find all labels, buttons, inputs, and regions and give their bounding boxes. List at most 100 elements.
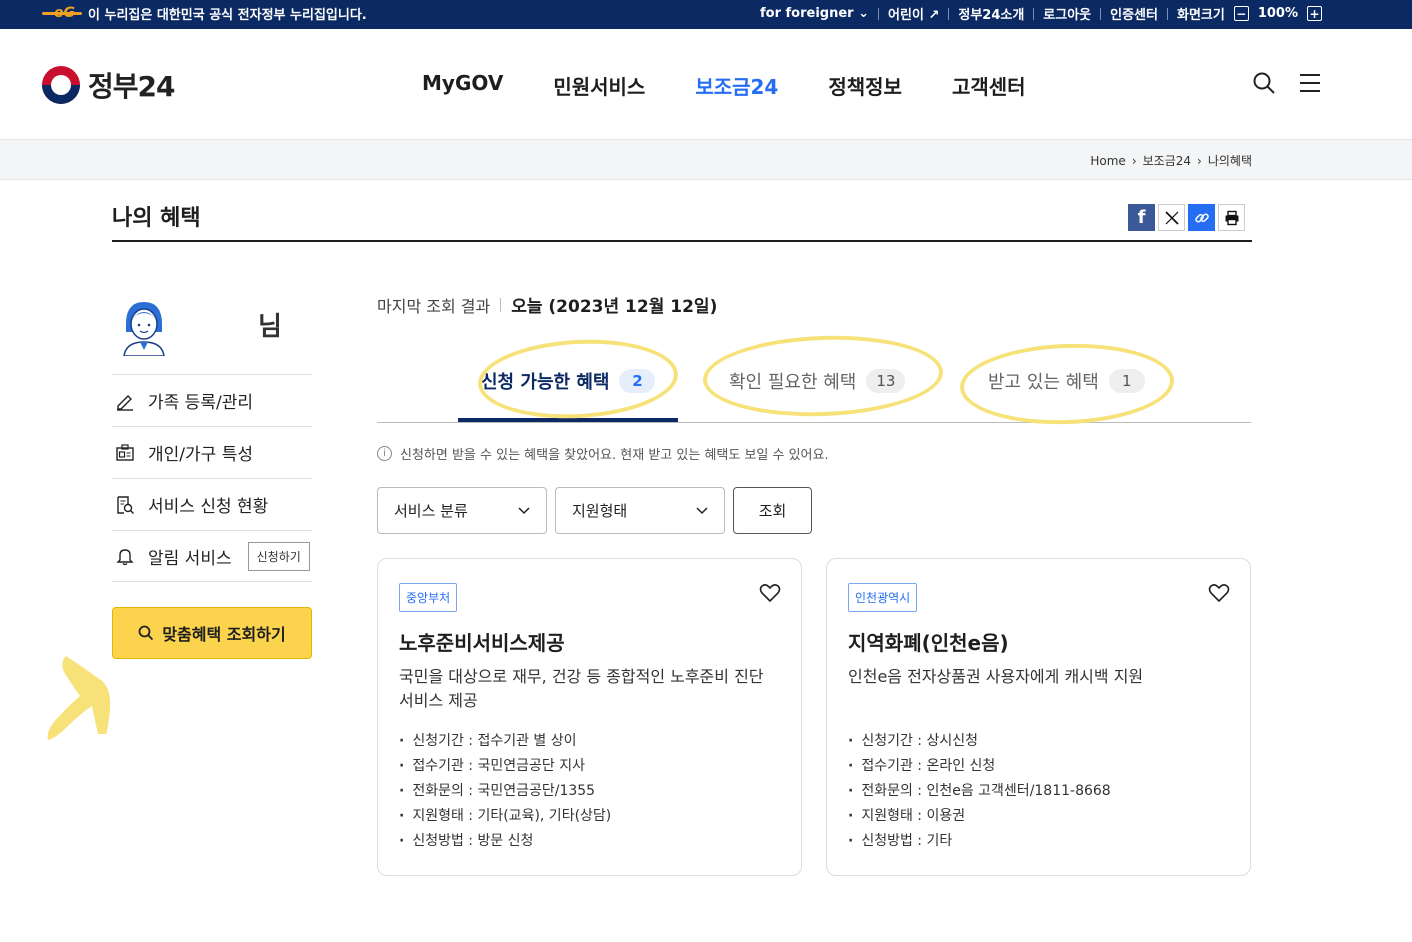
breadcrumb-home[interactable]: Home: [1090, 154, 1125, 168]
nav-customer-center[interactable]: 고객센터: [952, 71, 1026, 100]
main-nav: MyGOV 민원서비스 보조금24 정책정보 고객센터: [422, 71, 1026, 100]
divider: [878, 7, 880, 20]
nav-mygov[interactable]: MyGOV: [422, 71, 503, 100]
external-link-icon: ↗: [928, 8, 940, 23]
select-value: 서비스 분류: [394, 502, 468, 520]
list-item: 신청기간 : 접수기관 별 상이: [399, 729, 611, 754]
list-item: 신청기간 : 상시신청: [848, 729, 1111, 754]
divider: [1100, 7, 1102, 20]
list-item: 접수기관 : 국민연금공단 지사: [399, 754, 611, 779]
egov-logo-icon: eG: [42, 5, 82, 23]
page-title: 나의 혜택: [112, 206, 201, 231]
sidebar-item-label: 알림 서비스: [148, 548, 232, 569]
cta-label: 맞춤혜택 조회하기: [162, 625, 286, 644]
nav-policy-info[interactable]: 정책정보: [828, 71, 902, 100]
last-query-date: 오늘 (2023년 12월 12일): [511, 297, 718, 317]
heart-icon[interactable]: [759, 583, 781, 603]
divider: [1166, 7, 1168, 20]
breadcrumb-subsidy24[interactable]: 보조금24: [1143, 152, 1191, 169]
search-icon[interactable]: [1252, 71, 1276, 95]
benefit-card[interactable]: 인천광역시 지역화폐(인천e음) 인천e음 전자상품권 사용자에게 캐시백 지원…: [826, 558, 1251, 876]
sidebar-item-alerts[interactable]: 알림 서비스 신청하기: [112, 530, 312, 582]
nav-civil-service[interactable]: 민원서비스: [553, 71, 645, 100]
tab-count: 13: [866, 369, 906, 393]
copy-link-icon[interactable]: [1188, 204, 1215, 231]
nav-subsidy24[interactable]: 보조금24: [695, 71, 778, 100]
id-card-icon: [114, 442, 136, 464]
chevron-down-icon: [696, 506, 708, 514]
benefit-card[interactable]: 중앙부처 노후준비서비스제공 국민을 대상으로 재무, 건강 등 종합적인 노후…: [377, 558, 802, 876]
about-link[interactable]: 정부24소개: [958, 4, 1024, 23]
chevron-down-icon: ⌄: [858, 6, 870, 21]
list-item: 지원형태 : 이용권: [848, 804, 1111, 829]
list-item: 전화문의 : 국민연금공단/1355: [399, 779, 611, 804]
list-item: 지원형태 : 기타(교육), 기타(상담): [399, 804, 611, 829]
share-tools: f: [1128, 204, 1245, 231]
card-title[interactable]: 지역화폐(인천e음): [848, 627, 1009, 656]
breadcrumb: Home › 보조금24 › 나의혜택: [1090, 152, 1252, 169]
benefit-tabs: 신청 가능한 혜택 2 확인 필요한 혜택 13 받고 있는 혜택 1: [377, 348, 1251, 423]
card-title[interactable]: 노후준비서비스제공: [399, 627, 565, 656]
sidebar-item-applications[interactable]: 서비스 신청 현황: [112, 478, 312, 530]
zoom-in-button[interactable]: +: [1307, 6, 1322, 21]
kids-link[interactable]: 어린이 ↗: [888, 4, 939, 23]
logo-text: 정부24: [88, 70, 175, 103]
tab-count: 1: [1108, 369, 1145, 393]
user-name: 님: [258, 312, 282, 342]
for-foreigner-link[interactable]: for foreigner ⌄: [760, 6, 869, 21]
search-button[interactable]: 조회: [733, 487, 812, 534]
tab-eligible-benefits[interactable]: 신청 가능한 혜택 2: [481, 368, 656, 394]
sidebar-item-family[interactable]: 가족 등록/관리: [112, 374, 312, 426]
divider: [1033, 7, 1035, 20]
cert-center-link[interactable]: 인증센터: [1110, 4, 1158, 23]
sidebar-menu: 가족 등록/관리 개인/가구 특성 서비스 신청 현황 알림 서비스 신청하기: [112, 374, 312, 582]
breadcrumb-current: 나의혜택: [1207, 154, 1252, 168]
tab-receiving-benefits[interactable]: 받고 있는 혜택 1: [988, 368, 1145, 394]
last-query: 마지막 조회 결과 오늘 (2023년 12월 12일): [377, 292, 718, 318]
sidebar-item-household[interactable]: 개인/가구 특성: [112, 426, 312, 478]
gov-notice-text: 이 누리집은 대한민국 공식 전자정부 누리집입니다.: [88, 8, 367, 23]
print-icon[interactable]: [1218, 204, 1245, 231]
utility-links: for foreigner ⌄ 어린이 ↗ 정부24소개 로그아웃 인증센터 화…: [760, 4, 1322, 23]
header-actions: [1252, 71, 1322, 95]
chevron-down-icon: [518, 506, 530, 514]
heart-icon[interactable]: [1208, 583, 1230, 603]
zoom-out-button[interactable]: −: [1233, 6, 1249, 21]
breadcrumb-bar: Home › 보조금24 › 나의혜택: [0, 140, 1412, 180]
zoom-level: 100%: [1257, 6, 1298, 21]
list-item: 전화문의 : 인천e음 고객센터/1811-8668: [848, 779, 1110, 804]
search-icon: [138, 625, 154, 641]
divider: [948, 7, 950, 20]
hand-pointer-annotation: [47, 656, 111, 740]
support-type-select[interactable]: 지원형태: [555, 487, 725, 534]
facebook-icon[interactable]: f: [1128, 204, 1155, 231]
chevron-right-icon: ›: [1197, 153, 1202, 168]
list-item: 접수기관 : 온라인 신청: [848, 754, 1111, 779]
logout-link[interactable]: 로그아웃: [1043, 4, 1091, 23]
menu-icon[interactable]: [1298, 71, 1322, 95]
card-description: 인천e음 전자상품권 사용자에게 캐시백 지원: [848, 667, 1144, 686]
taegeuk-logo-icon: [42, 66, 80, 104]
agency-badge: 중앙부처: [399, 583, 458, 612]
gov-notice: eG 이 누리집은 대한민국 공식 전자정부 누리집입니다.: [42, 4, 367, 23]
service-category-select[interactable]: 서비스 분류: [377, 487, 547, 534]
card-details: 신청기간 : 접수기관 별 상이 접수기관 : 국민연금공단 지사 전화문의 :…: [399, 729, 611, 854]
document-search-icon: [114, 494, 136, 516]
for-foreigner-label: for foreigner: [760, 6, 854, 21]
alert-apply-button[interactable]: 신청하기: [247, 541, 310, 571]
site-header: 정부24 MyGOV 민원서비스 보조금24 정책정보 고객센터: [0, 29, 1412, 140]
sidebar-item-label: 개인/가구 특성: [148, 445, 253, 465]
active-tab-indicator: [458, 418, 678, 422]
list-item: 신청방법 : 방문 신청: [399, 829, 611, 854]
gov-topbar: eG 이 누리집은 대한민국 공식 전자정부 누리집입니다. for forei…: [0, 0, 1412, 29]
title-divider: [112, 240, 1252, 242]
sidebar-item-label: 가족 등록/관리: [148, 393, 253, 413]
kids-label: 어린이: [888, 8, 924, 23]
card-details: 신청기간 : 상시신청 접수기관 : 온라인 신청 전화문의 : 인천e음 고객…: [848, 729, 1111, 854]
custom-benefit-search-button[interactable]: 맞춤혜택 조회하기: [112, 607, 312, 659]
x-twitter-icon[interactable]: [1158, 204, 1185, 231]
list-item: 신청방법 : 기타: [848, 829, 1111, 854]
site-logo[interactable]: 정부24: [42, 65, 175, 105]
avatar: [123, 302, 165, 356]
tab-needs-check-benefits[interactable]: 확인 필요한 혜택 13: [729, 368, 906, 394]
